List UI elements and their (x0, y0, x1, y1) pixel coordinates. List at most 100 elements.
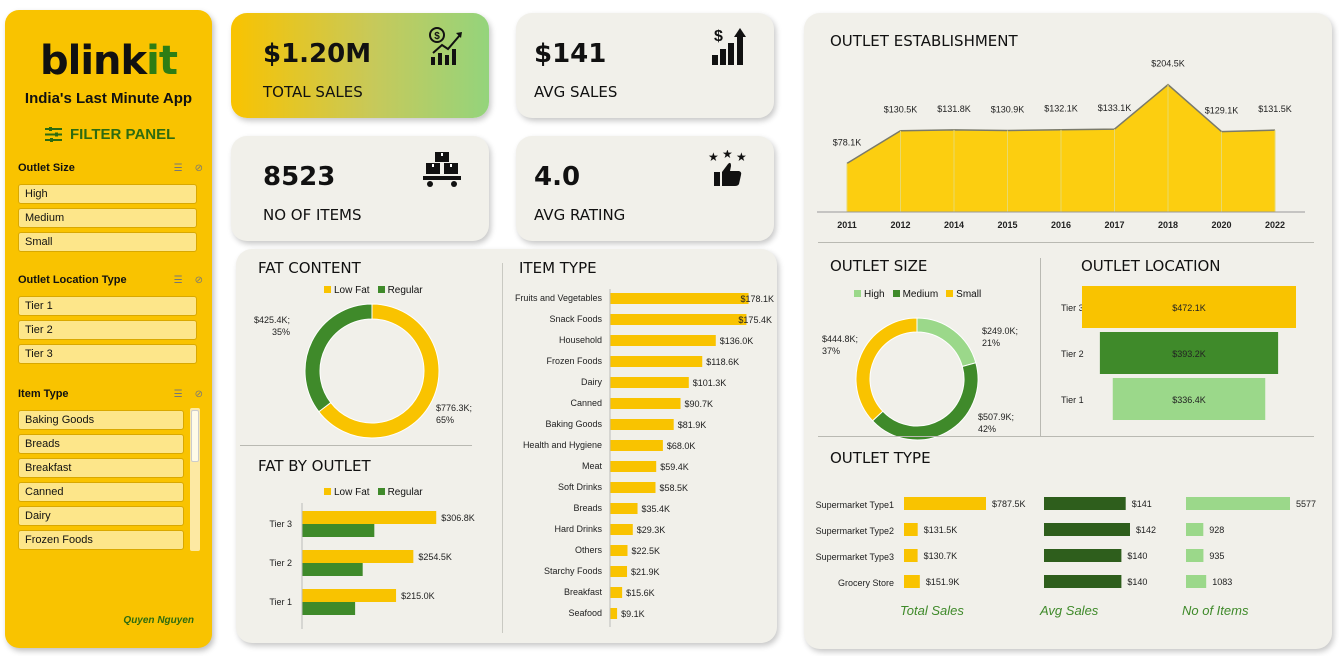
svg-text:★: ★ (722, 150, 733, 161)
category-label: Meat (582, 461, 603, 471)
bar-low-fat (302, 550, 414, 563)
slicer-item-baking-goods[interactable]: Baking Goods (18, 410, 184, 430)
slicer-item-small[interactable]: Small (18, 232, 197, 252)
kpi-value: $141 (534, 39, 607, 69)
data-label: $141 (1132, 499, 1152, 509)
clear-filter-icon[interactable]: ⊘ (195, 275, 203, 286)
row-label: Supermarket Type2 (816, 526, 894, 536)
category-label: Snack Foods (549, 314, 602, 324)
slicer-scroll-thumb[interactable] (191, 410, 199, 462)
x-tick-label: 2017 (1104, 220, 1124, 230)
slicer-item-dairy[interactable]: Dairy (18, 506, 184, 526)
slicer-item-tier-3[interactable]: Tier 3 (18, 344, 197, 364)
data-label: $178.1K (741, 294, 775, 304)
bar (610, 482, 656, 493)
slicer-item-high[interactable]: High (18, 184, 197, 204)
x-tick-label: 2015 (997, 220, 1017, 230)
slicer-item-medium[interactable]: Medium (18, 208, 197, 228)
outlet-size-donut-chart: $249.0K; 21% $507.9K; 42% $444.8K; 37% (822, 317, 1018, 441)
slicer-item-breakfast[interactable]: Breakfast (18, 458, 184, 478)
bar (610, 608, 618, 619)
data-label: $131.8K (937, 104, 971, 114)
data-label: $131.5K (1258, 104, 1292, 114)
data-label: $15.6K (626, 588, 655, 598)
brand-logo: blinkit (40, 38, 178, 84)
fat-item-panel: FAT CONTENT ITEM TYPE FAT BY OUTLET Low … (236, 249, 777, 643)
fat-by-outlet-bar-chart: Tier 3 $306.8K Tier 2 $254.5K Tier 1 $215.0K (269, 503, 475, 629)
bar (610, 566, 628, 577)
data-label: $29.3K (637, 525, 666, 535)
bar (610, 419, 674, 430)
data-label: $131.5K (924, 525, 958, 535)
svg-text:★: ★ (736, 150, 747, 164)
sliders-icon (45, 127, 62, 142)
data-label: $9.1K (621, 609, 645, 619)
x-tick-label: 2020 (1211, 220, 1231, 230)
multi-select-icon[interactable]: ☰ (174, 389, 183, 400)
slicer-item-frozen-foods[interactable]: Frozen Foods (18, 530, 184, 550)
data-label: $507.9K; (978, 412, 1014, 422)
data-label: $133.1K (1098, 103, 1132, 113)
kpi-avg-rating: 4.0 AVG RATING ★ ★ ★ (516, 136, 774, 241)
data-label: $101.3K (693, 378, 727, 388)
data-label: $425.4K; (254, 315, 290, 325)
kpi-label: NO OF ITEMS (263, 206, 362, 224)
data-label: $787.5K (992, 499, 1026, 509)
slicer-item-tier-2[interactable]: Tier 2 (18, 320, 197, 340)
donut-slice (304, 303, 373, 413)
legend-item: Regular (377, 487, 423, 498)
data-label: $90.7K (685, 399, 714, 409)
x-tick-label: 2018 (1158, 220, 1178, 230)
category-label: Others (575, 545, 603, 555)
category-label: Tier 1 (1061, 395, 1084, 405)
data-label: $130.5K (884, 105, 918, 115)
svg-text:$: $ (714, 28, 723, 45)
bar (610, 440, 663, 451)
row-label: Grocery Store (838, 578, 894, 588)
data-label: 1083 (1212, 577, 1232, 587)
filter-sidebar: blinkit India's Last Minute App FILTER P… (5, 10, 212, 648)
slicer-item-canned[interactable]: Canned (18, 482, 184, 502)
panel-divider (818, 242, 1314, 243)
data-label: $81.9K (678, 420, 707, 430)
clear-filter-icon[interactable]: ⊘ (195, 389, 203, 400)
bar (610, 545, 628, 556)
data-label: $78.1K (833, 137, 862, 147)
panel-divider (818, 436, 1314, 437)
category-label: Dairy (581, 377, 603, 387)
category-label: Seafood (568, 608, 602, 618)
fat-by-outlet-legend: Low Fat Regular (324, 487, 423, 498)
table-bar (904, 549, 918, 562)
slicer-item-type-header: Item Type ☰ ⊘ (18, 388, 203, 400)
slicer-title: Item Type (18, 388, 69, 400)
table-bar (1044, 497, 1126, 510)
data-label: $59.4K (660, 462, 689, 472)
data-label: $215.0K (401, 591, 435, 601)
bar (610, 524, 633, 535)
x-tick-label: 2016 (1051, 220, 1071, 230)
multi-select-icon[interactable]: ☰ (174, 163, 183, 174)
slicer-location-header: Outlet Location Type ☰ ⊘ (18, 274, 203, 286)
bar (610, 293, 749, 304)
clear-filter-icon[interactable]: ⊘ (195, 163, 203, 174)
table-bar (1044, 549, 1122, 562)
slicer-item-breads[interactable]: Breads (18, 434, 184, 454)
data-label: $68.0K (667, 441, 696, 451)
bar-low-fat (302, 511, 437, 524)
kpi-label: AVG RATING (534, 206, 626, 224)
slicer-item-tier-1[interactable]: Tier 1 (18, 296, 197, 316)
data-label: $336.4K (1172, 395, 1206, 405)
column-header: Total Sales (900, 603, 964, 618)
bar (610, 377, 689, 388)
table-bar (904, 575, 920, 588)
table-bar (1044, 575, 1122, 588)
multi-select-icon[interactable]: ☰ (174, 275, 183, 286)
data-label: $142 (1136, 525, 1156, 535)
table-bar (1186, 523, 1204, 536)
data-label: 37% (822, 346, 840, 356)
category-label: Breakfast (564, 587, 603, 597)
bar (610, 314, 747, 325)
kpi-avg-sales: $141 AVG SALES $ (516, 13, 774, 118)
table-bar (1186, 575, 1207, 588)
legend-label: Low Fat (334, 487, 370, 498)
